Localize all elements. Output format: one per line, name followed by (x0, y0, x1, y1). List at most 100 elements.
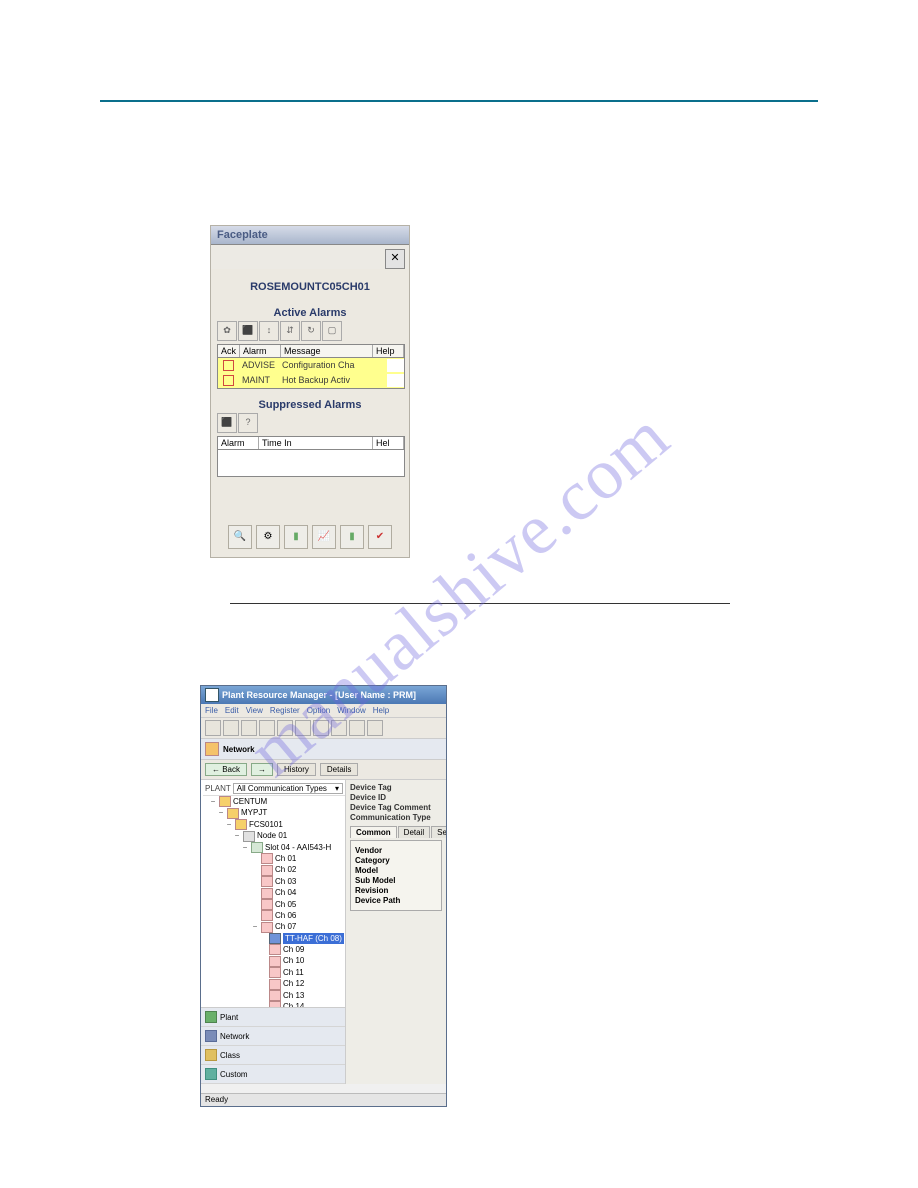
tree-channel[interactable]: Ch 01 (203, 853, 345, 864)
tb-icon[interactable] (367, 720, 383, 736)
tb-btn[interactable]: ▢ (322, 321, 342, 341)
tree-channel[interactable]: Ch 10 (203, 955, 345, 966)
tree-channel[interactable]: Ch 02 (203, 864, 345, 875)
header-rule (100, 100, 818, 102)
nav-fwd-button[interactable]: → (251, 763, 273, 776)
tb-icon[interactable] (331, 720, 347, 736)
library-icon[interactable]: ▮ (340, 525, 364, 549)
filter-select[interactable]: All Communication Types▾ (233, 783, 343, 794)
side-class[interactable]: Class (201, 1046, 345, 1065)
device-tag: ROSEMOUNTC05CH01 (217, 281, 403, 293)
ack-checkbox[interactable] (223, 360, 234, 371)
tree-node-item[interactable]: −Node 01 (203, 830, 345, 841)
prm-title-text: Plant Resource Manager - [User Name : PR… (222, 690, 416, 700)
suppressed-alarms-label: Suppressed Alarms (217, 399, 403, 411)
tab-setting[interactable]: Settin (431, 826, 446, 838)
nav-back-button[interactable]: ← Back (205, 763, 247, 776)
field-device-tag: Device Tag (350, 783, 392, 792)
menu-edit[interactable]: Edit (225, 706, 239, 715)
network-tab-label[interactable]: Network (223, 745, 255, 754)
check-icon[interactable]: ✔ (368, 525, 392, 549)
det-revision: Revision (355, 886, 437, 895)
close-button[interactable]: ✕ (385, 249, 405, 269)
nav-history-button[interactable]: History (277, 763, 316, 776)
tree-channel[interactable]: −Ch 07 (203, 921, 345, 932)
tb-icon[interactable] (259, 720, 275, 736)
prm-right-pane: Device Tag Device ID Device Tag Comment … (346, 780, 446, 1084)
app-icon (205, 688, 219, 702)
tb-icon[interactable] (277, 720, 293, 736)
tb-icon[interactable] (295, 720, 311, 736)
nav-details-button[interactable]: Details (320, 763, 358, 776)
separator (230, 603, 730, 604)
tree-channel[interactable]: Ch 13 (203, 990, 345, 1001)
prm-tree: PLANT All Communication Types▾ −CENTUM −… (201, 780, 346, 1084)
tb-btn[interactable]: ✿ (217, 321, 237, 341)
col-time-in[interactable]: Time In (259, 437, 373, 449)
filter-plant-label: PLANT (205, 784, 231, 793)
det-devicepath: Device Path (355, 896, 437, 905)
tb-icon[interactable] (205, 720, 221, 736)
chart-icon[interactable]: 📈 (312, 525, 336, 549)
side-custom[interactable]: Custom (201, 1065, 345, 1084)
tree-channel[interactable]: Ch 06 (203, 910, 345, 921)
tree-channel[interactable]: Ch 04 (203, 887, 345, 898)
menu-option[interactable]: Option (307, 706, 331, 715)
tb-icon[interactable] (241, 720, 257, 736)
tree-channel[interactable]: Ch 11 (203, 967, 345, 978)
tree-channel[interactable]: Ch 05 (203, 899, 345, 910)
tree-slot[interactable]: −Slot 04 - AAI543-H (203, 842, 345, 853)
tree-fcs[interactable]: −FCS0101 (203, 819, 345, 830)
tab-detail[interactable]: Detail (398, 826, 430, 838)
tree-channel[interactable]: Ch 12 (203, 978, 345, 989)
menu-file[interactable]: File (205, 706, 218, 715)
det-category: Category (355, 856, 437, 865)
col-alarm[interactable]: Alarm (240, 345, 281, 357)
side-plant[interactable]: Plant (201, 1008, 345, 1027)
tree-channel[interactable]: Ch 09 (203, 944, 345, 955)
active-alarms-toolbar: ✿ ⬛ ↕ ⇵ ↻ ▢ (217, 321, 403, 341)
tb-icon[interactable] (313, 720, 329, 736)
tab-common[interactable]: Common (350, 826, 397, 838)
alarm-row[interactable]: MAINT Hot Backup Activ (218, 373, 404, 388)
books-icon[interactable]: ▮ (284, 525, 308, 549)
active-alarms-table: Ack Alarm Message Help ADVISE Configurat… (217, 344, 405, 389)
menu-help[interactable]: Help (373, 706, 389, 715)
col-help[interactable]: Help (373, 345, 404, 357)
search-icon[interactable]: 🔍 (228, 525, 252, 549)
det-vendor: Vendor (355, 846, 437, 855)
tb-icon[interactable] (349, 720, 365, 736)
config-icon[interactable]: ⚙ (256, 525, 280, 549)
tb-btn[interactable]: ? (238, 413, 258, 433)
col-alarm[interactable]: Alarm (218, 437, 259, 449)
tb-btn[interactable]: ⬛ (238, 321, 258, 341)
col-ack[interactable]: Ack (218, 345, 240, 357)
faceplate-title: Faceplate (211, 226, 409, 245)
tb-btn[interactable]: ↻ (301, 321, 321, 341)
tree-root[interactable]: −CENTUM (203, 796, 345, 807)
tb-icon[interactable] (223, 720, 239, 736)
col-help[interactable]: Hel (373, 437, 404, 449)
alarm-row[interactable]: ADVISE Configuration Cha (218, 358, 404, 373)
ack-checkbox[interactable] (223, 375, 234, 386)
suppressed-alarms-table: Alarm Time In Hel (217, 436, 405, 477)
field-comm-type: Communication Type (350, 813, 431, 822)
tb-btn[interactable]: ↕ (259, 321, 279, 341)
tree-channel[interactable]: TT-HAF (Ch 08) (203, 933, 345, 944)
tree-domain[interactable]: −MYPJT (203, 807, 345, 818)
menu-register[interactable]: Register (270, 706, 300, 715)
side-network[interactable]: Network (201, 1027, 345, 1046)
tree-channel[interactable]: Ch 03 (203, 876, 345, 887)
menu-window[interactable]: Window (337, 706, 365, 715)
prm-titlebar: Plant Resource Manager - [User Name : PR… (201, 686, 446, 704)
det-model: Model (355, 866, 437, 875)
prm-menu: File Edit View Register Option Window He… (201, 704, 446, 718)
prm-toolbar (201, 718, 446, 739)
tb-btn[interactable]: ⇵ (280, 321, 300, 341)
faceplate-window: Faceplate ✕ ROSEMOUNTC05CH01 Active Alar… (210, 225, 410, 558)
faceplate-bottom-toolbar: 🔍 ⚙ ▮ 📈 ▮ ✔ (217, 525, 403, 549)
menu-view[interactable]: View (246, 706, 263, 715)
tb-btn[interactable]: ⬛ (217, 413, 237, 433)
field-device-tag-comment: Device Tag Comment (350, 803, 431, 812)
col-message[interactable]: Message (281, 345, 373, 357)
